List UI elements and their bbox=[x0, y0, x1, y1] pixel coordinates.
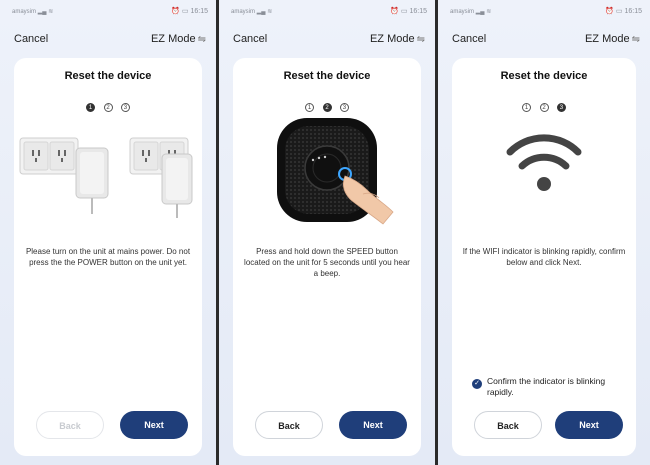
swap-icon: ⇋ bbox=[197, 34, 206, 45]
step-3: 3 bbox=[556, 103, 566, 113]
air-purifier-icon bbox=[277, 118, 394, 225]
screenshot-collage: amaysim ▂▄ ≋ ⏰ ▭ 16:15 Cancel EZ Mode ⇋ R… bbox=[0, 0, 650, 465]
reset-card: Reset the device 1 2 3 If the WIFI indic… bbox=[452, 58, 636, 456]
status-bar: amaysim ▂▄ ≋ ⏰ ▭ 16:15 bbox=[438, 0, 650, 20]
next-button[interactable]: Next bbox=[339, 411, 407, 439]
ez-mode-label: EZ Mode bbox=[150, 33, 196, 45]
nav-bar: Cancel EZ Mode ⇋ bbox=[0, 20, 216, 48]
carrier-label: amaysim ▂▄ ≋ bbox=[450, 9, 492, 15]
phone-screen-step-2: amaysim ▂▄ ≋ ⏰ ▭ 16:15 Cancel EZ Mode ⇋ R… bbox=[219, 0, 435, 465]
status-bar: amaysim ▂▄ ≋ ⏰ ▭ 16:15 bbox=[219, 0, 435, 20]
next-button[interactable]: Next bbox=[555, 411, 623, 439]
power-outlet-illustration bbox=[14, 126, 202, 226]
carrier-label: amaysim ▂▄ ≋ bbox=[12, 9, 54, 15]
status-bar: amaysim ▂▄ ≋ ⏰ ▭ 16:15 bbox=[0, 0, 216, 20]
ez-mode-switch[interactable]: EZ Mode ⇋ bbox=[370, 33, 425, 45]
back-button[interactable]: Back bbox=[474, 411, 542, 439]
back-button[interactable]: Back bbox=[36, 411, 104, 439]
wifi-illustration bbox=[452, 132, 636, 202]
back-button[interactable]: Back bbox=[255, 411, 323, 439]
reset-card: Reset the device 1 2 3 bbox=[14, 58, 202, 456]
step-2: 2 bbox=[103, 103, 113, 113]
cancel-button[interactable]: Cancel bbox=[452, 33, 486, 45]
status-right: ⏰ ▭ 16:15 bbox=[390, 8, 427, 15]
instruction-text: If the WIFI indicator is blinking rapidl… bbox=[462, 247, 626, 267]
air-purifier-illustration bbox=[233, 112, 421, 228]
phone-screen-step-1: amaysim ▂▄ ≋ ⏰ ▭ 16:15 Cancel EZ Mode ⇋ R… bbox=[0, 0, 216, 465]
confirm-checkbox-row[interactable]: ✓ Confirm the indicator is blinking rapi… bbox=[472, 376, 626, 398]
step-1: 1 bbox=[522, 103, 532, 113]
ez-mode-label: EZ Mode bbox=[584, 33, 630, 45]
check-icon[interactable]: ✓ bbox=[472, 379, 482, 389]
step-2: 2 bbox=[539, 103, 549, 113]
ez-mode-label: EZ Mode bbox=[369, 33, 415, 45]
next-button[interactable]: Next bbox=[120, 411, 188, 439]
step-1: 1 bbox=[305, 103, 315, 113]
instruction-text: Press and hold down the SPEED button loc… bbox=[244, 247, 410, 278]
phone-screen-step-3: amaysim ▂▄ ≋ ⏰ ▭ 16:15 Cancel EZ Mode ⇋ R… bbox=[438, 0, 650, 465]
page-title: Reset the device bbox=[283, 70, 371, 82]
cancel-button[interactable]: Cancel bbox=[14, 33, 48, 45]
reset-card: Reset the device 1 2 3 bbox=[233, 58, 421, 456]
step-3: 3 bbox=[120, 103, 130, 113]
power-plug-icon bbox=[19, 137, 193, 218]
page-title: Reset the device bbox=[64, 70, 152, 82]
ez-mode-switch[interactable]: EZ Mode ⇋ bbox=[585, 33, 640, 45]
swap-icon: ⇋ bbox=[416, 34, 425, 45]
instruction-text: Please turn on the unit at mains power. … bbox=[25, 247, 191, 267]
carrier-label: amaysim ▂▄ ≋ bbox=[231, 9, 273, 15]
status-right: ⏰ ▭ 16:15 bbox=[171, 8, 208, 15]
confirm-label: Confirm the indicator is blinking rapidl… bbox=[487, 376, 606, 397]
step-1: 1 bbox=[86, 103, 96, 113]
ez-mode-switch[interactable]: EZ Mode ⇋ bbox=[151, 33, 206, 45]
wifi-icon bbox=[506, 134, 582, 191]
cancel-button[interactable]: Cancel bbox=[233, 33, 267, 45]
page-title: Reset the device bbox=[500, 70, 588, 82]
status-right: ⏰ ▭ 16:15 bbox=[605, 8, 642, 15]
step-3: 3 bbox=[339, 103, 349, 113]
step-2: 2 bbox=[322, 103, 332, 113]
nav-bar: Cancel EZ Mode ⇋ bbox=[219, 20, 435, 48]
nav-bar: Cancel EZ Mode ⇋ bbox=[438, 20, 650, 48]
step-indicator: 1 2 3 bbox=[14, 99, 202, 117]
swap-icon: ⇋ bbox=[631, 34, 640, 45]
step-indicator: 1 2 3 bbox=[452, 99, 636, 117]
